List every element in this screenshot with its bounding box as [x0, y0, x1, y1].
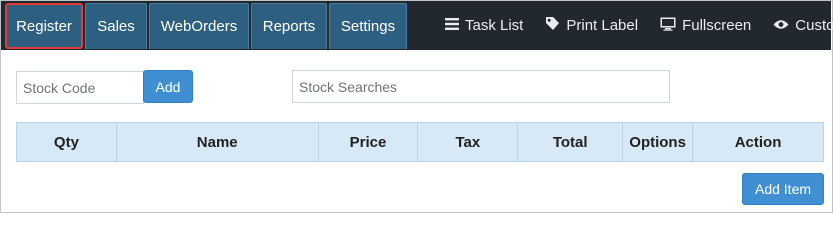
- table-header-row: Qty Name Price Tax Total Options Action: [16, 122, 824, 162]
- add-item-button[interactable]: Add Item: [742, 173, 824, 205]
- tab-sales[interactable]: Sales: [85, 3, 147, 49]
- col-tax: Tax: [417, 122, 519, 162]
- tab-settings[interactable]: Settings: [329, 3, 407, 49]
- col-price: Price: [317, 122, 419, 162]
- customer-link[interactable]: Customer: [773, 17, 833, 34]
- tab-weborders[interactable]: WebOrders: [149, 3, 249, 49]
- col-name: Name: [115, 122, 319, 162]
- customer-label: Customer: [795, 17, 833, 34]
- monitor-icon: [660, 17, 676, 35]
- col-qty: Qty: [16, 122, 117, 162]
- line-items-table: Qty Name Price Tax Total Options Action: [16, 122, 824, 162]
- top-navbar: Register Sales WebOrders Reports Setting…: [1, 1, 833, 50]
- add-button[interactable]: Add: [143, 70, 193, 103]
- fullscreen-link[interactable]: Fullscreen: [660, 17, 751, 35]
- tab-register[interactable]: Register: [5, 3, 83, 49]
- col-options: Options: [622, 122, 694, 162]
- stock-code-input[interactable]: [16, 71, 144, 104]
- task-list-link[interactable]: Task List: [445, 17, 523, 34]
- print-label-link[interactable]: Print Label: [545, 16, 638, 35]
- print-label-label: Print Label: [566, 17, 639, 34]
- fullscreen-label: Fullscreen: [682, 17, 752, 34]
- tag-icon: [545, 16, 560, 35]
- col-total: Total: [517, 122, 624, 162]
- stock-searches-input[interactable]: [292, 70, 670, 103]
- tab-reports[interactable]: Reports: [251, 3, 327, 49]
- task-list-label: Task List: [465, 17, 524, 34]
- list-icon: [445, 17, 459, 34]
- eye-icon: [773, 17, 789, 34]
- right-menu: Task List Print Label Fullscreen Custome…: [445, 1, 833, 50]
- col-action: Action: [692, 122, 824, 162]
